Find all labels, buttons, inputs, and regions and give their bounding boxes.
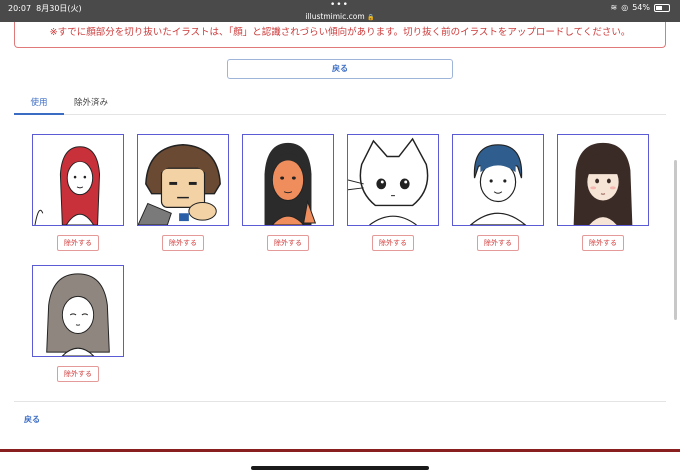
battery-percent: 54% xyxy=(632,3,650,12)
portrait-brown-hair xyxy=(138,135,228,225)
portrait-dark-skin xyxy=(243,135,333,225)
divider xyxy=(14,401,666,402)
footer-bar xyxy=(0,449,680,452)
image-card-3[interactable] xyxy=(242,134,334,226)
address-bar[interactable]: illustmimic.com 🔒 xyxy=(0,12,680,21)
exclude-button[interactable]: 除外する xyxy=(477,235,519,251)
exclude-button[interactable]: 除外する xyxy=(162,235,204,251)
exclude-button[interactable]: 除外する xyxy=(57,366,99,382)
location-icon: ◎ xyxy=(621,3,629,12)
tab-used[interactable]: 使用 xyxy=(14,93,64,115)
back-link-bottom[interactable]: 戻る xyxy=(24,414,40,425)
tab-excluded[interactable]: 除外済み xyxy=(66,93,116,115)
multitask-dots-icon[interactable]: ••• xyxy=(330,0,349,10)
portrait-grey-hair xyxy=(33,266,123,356)
wifi-icon: ≋ xyxy=(610,3,618,12)
exclude-button[interactable]: 除外する xyxy=(57,235,99,251)
image-card-4[interactable] xyxy=(347,134,439,226)
image-card-7[interactable] xyxy=(32,265,124,357)
upload-notice: ※すでに顔部分を切り抜いたイラストは、「顔」と認識されづらい傾向があります。切り… xyxy=(14,22,666,48)
back-button-top[interactable]: 戻る xyxy=(227,59,453,79)
exclude-button[interactable]: 除外する xyxy=(267,235,309,251)
exclude-button[interactable]: 除外する xyxy=(372,235,414,251)
notice-text: ※すでに顔部分を切り抜いたイラストは、「顔」と認識されづらい傾向があります。切り… xyxy=(49,27,631,38)
battery-icon xyxy=(654,3,670,12)
image-card-1[interactable] xyxy=(32,134,124,226)
status-indicators: ≋ ◎ 54% xyxy=(611,3,670,12)
home-indicator[interactable] xyxy=(251,466,429,470)
image-card-6[interactable] xyxy=(557,134,649,226)
portrait-red-hair xyxy=(33,135,123,225)
portrait-blue-hair xyxy=(453,135,543,225)
portrait-cat-ears xyxy=(348,135,438,225)
status-bar: 20:07 8月30日(火) ••• illustmimic.com 🔒 ≋ ◎… xyxy=(0,0,680,22)
lock-icon: 🔒 xyxy=(367,14,375,21)
exclude-button[interactable]: 除外する xyxy=(582,235,624,251)
portrait-long-dark-hair xyxy=(558,135,648,225)
tab-bar: 使用 除外済み xyxy=(14,93,666,115)
image-card-5[interactable] xyxy=(452,134,544,226)
scrollbar[interactable] xyxy=(674,160,677,320)
image-card-2[interactable] xyxy=(137,134,229,226)
